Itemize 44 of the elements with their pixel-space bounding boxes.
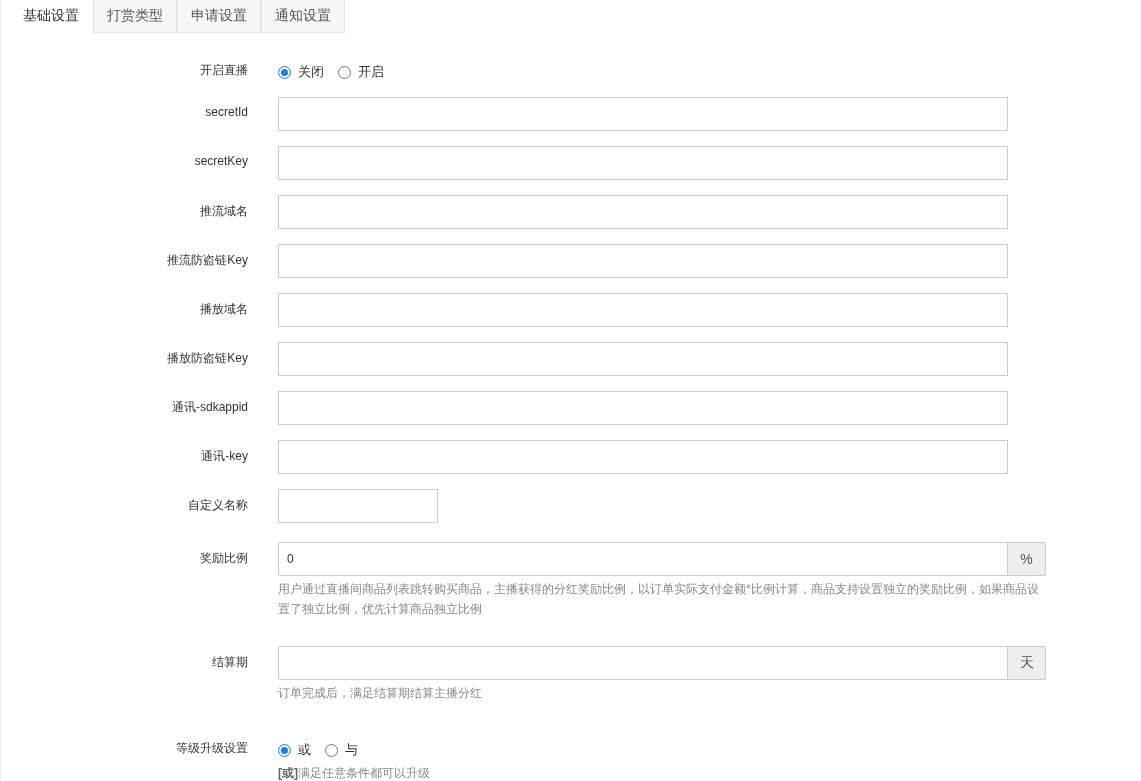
- field-label: 奖励比例: [199, 550, 249, 567]
- tab[interactable]: 通知设置: [261, 0, 345, 33]
- unit-addon: 天: [1008, 646, 1046, 680]
- radio-icon[interactable]: [278, 65, 291, 79]
- text-field[interactable]: [278, 440, 1008, 474]
- text-field[interactable]: [278, 146, 1008, 180]
- text-field[interactable]: [278, 97, 1008, 131]
- help-text: 用户通过直播间商品列表跳转购买商品，主播获得的分红奖励比例，以订单实际支付金额*比例计算，商品支持设置独立的奖励比例，如果商品设置了独立比例，优先计算商品独立比例: [278, 581, 1040, 618]
- help-text: [或]满足任意条件都可以升级: [278, 765, 431, 781]
- radio-option[interactable]: 开启: [338, 63, 384, 81]
- text-field[interactable]: [278, 489, 438, 523]
- tab[interactable]: 申请设置: [177, 0, 261, 33]
- radio-label: 开启: [358, 63, 384, 81]
- field-label: 播放域名: [199, 301, 249, 318]
- help-text: 订单完成后，满足结算期结算主播分红: [278, 685, 483, 702]
- text-field[interactable]: [278, 342, 1008, 376]
- field-label: secretId: [204, 104, 249, 121]
- radio-icon[interactable]: [338, 65, 351, 79]
- text-field[interactable]: 0: [278, 542, 1008, 576]
- radio-label: 关闭: [298, 63, 324, 81]
- radio-icon[interactable]: [278, 743, 291, 757]
- radio-option[interactable]: 或: [278, 741, 311, 759]
- radio-label: 与: [345, 741, 358, 759]
- field-label: 推流域名: [199, 203, 249, 220]
- field-label: 等级升级设置: [175, 740, 249, 757]
- radio-option[interactable]: 与: [325, 741, 358, 759]
- field-label: 推流防盗链Key: [166, 252, 249, 269]
- field-label: 开启直播: [199, 62, 249, 79]
- field-label: 自定义名称: [187, 497, 249, 514]
- field-label: 通讯-sdkappid: [170, 399, 249, 416]
- field-label: 播放防盗链Key: [166, 350, 249, 367]
- radio-option[interactable]: 关闭: [278, 63, 324, 81]
- radio-label: 或: [298, 741, 311, 759]
- radio-icon[interactable]: [325, 743, 338, 757]
- field-label: 通讯-key: [200, 448, 249, 465]
- field-label: 结算期: [211, 654, 249, 671]
- field-label: secretKey: [193, 153, 249, 170]
- unit-addon: %: [1008, 542, 1046, 576]
- text-field[interactable]: [278, 244, 1008, 278]
- tab[interactable]: 打赏类型: [93, 0, 177, 33]
- text-field[interactable]: [278, 195, 1008, 229]
- text-field[interactable]: [278, 293, 1008, 327]
- text-field[interactable]: [278, 646, 1008, 680]
- text-field[interactable]: [278, 391, 1008, 425]
